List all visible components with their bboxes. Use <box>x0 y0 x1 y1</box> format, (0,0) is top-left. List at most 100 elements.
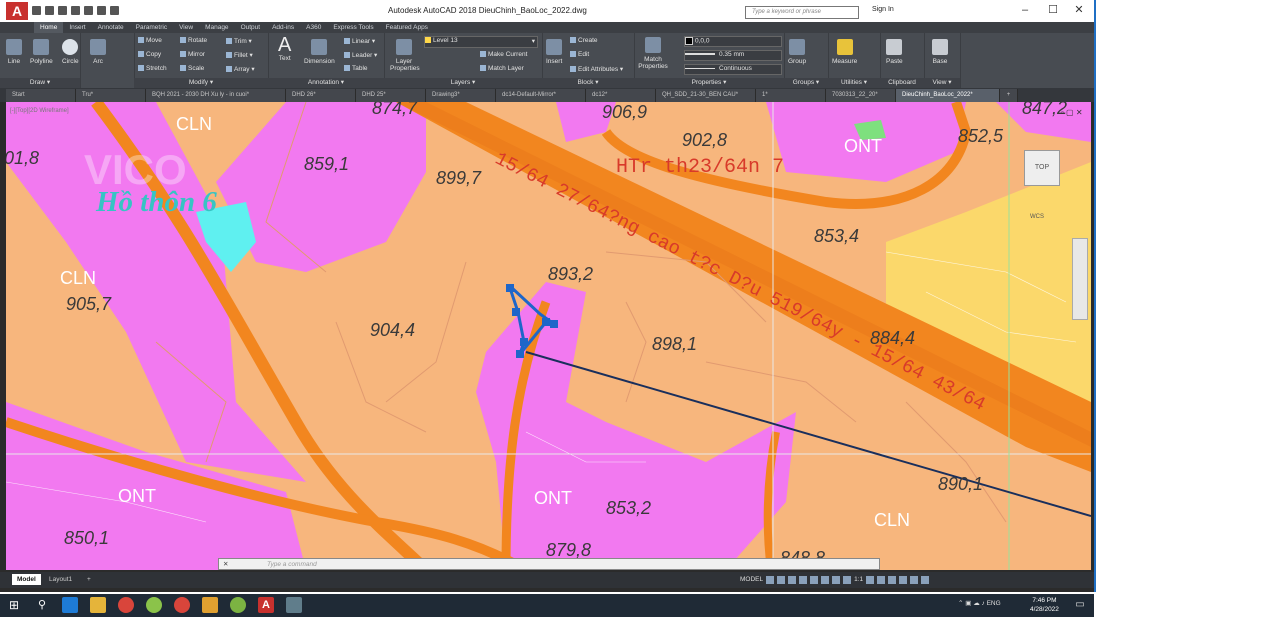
layers-panel-title[interactable]: Layers ▾ <box>384 78 542 88</box>
otrack-icon[interactable] <box>821 576 830 584</box>
app-icon[interactable] <box>202 597 218 613</box>
tab-featured-apps[interactable]: Featured Apps <box>380 22 434 33</box>
photos-icon[interactable] <box>286 597 302 613</box>
doc-tab[interactable]: 1* <box>756 89 826 102</box>
workspace-icon[interactable] <box>866 576 875 584</box>
lineweight-toggle-icon[interactable] <box>832 576 841 584</box>
table-button[interactable]: Table <box>344 65 368 72</box>
layer-properties-button[interactable]: Layer Properties <box>390 39 420 72</box>
doc-tab[interactable]: DHD 25* <box>356 89 426 102</box>
color-dropdown[interactable]: 0,0,0 <box>684 36 782 47</box>
properties-panel-title[interactable]: Properties ▾ <box>634 78 784 88</box>
annotation-monitor-icon[interactable] <box>877 576 886 584</box>
scale-button[interactable]: Scale <box>180 65 204 72</box>
fillet-button[interactable]: Fillet ▾ <box>226 51 253 59</box>
layer-dropdown[interactable]: Level 13 ▾ <box>424 36 538 48</box>
rotate-button[interactable]: Rotate <box>180 37 207 44</box>
doc-tab[interactable]: Tru* <box>76 89 146 102</box>
customization-icon[interactable] <box>921 576 930 584</box>
dimension-button[interactable]: Dimension <box>304 39 335 65</box>
sign-in-button[interactable]: Sign In <box>872 6 894 13</box>
array-button[interactable]: Array ▾ <box>226 65 255 73</box>
doc-tab[interactable]: QH_SDD_21-30_BEN CAU* <box>656 89 756 102</box>
search-input[interactable]: Type a keyword or phrase <box>745 6 859 19</box>
tab-view[interactable]: View <box>173 22 199 33</box>
doc-tab[interactable]: 7030313_22_20* <box>826 89 896 102</box>
measure-button[interactable]: Measure <box>832 39 857 65</box>
navigation-bar[interactable] <box>1072 238 1088 320</box>
trim-button[interactable]: Trim ▾ <box>226 37 252 45</box>
close-button[interactable]: ✕ <box>1066 3 1092 17</box>
tab-insert[interactable]: Insert <box>63 22 91 33</box>
app-icon[interactable] <box>230 597 246 613</box>
match-layer-button[interactable]: Match Layer <box>480 65 524 72</box>
copy-button[interactable]: Copy <box>138 51 161 58</box>
ortho-icon[interactable] <box>788 576 797 584</box>
windows-start-icon[interactable]: ⊞ <box>6 597 22 613</box>
doc-tab-start[interactable]: Start <box>6 89 76 102</box>
chrome-icon[interactable] <box>174 597 190 613</box>
group-button[interactable]: Group <box>788 39 806 65</box>
doc-tab[interactable]: dc12* <box>586 89 656 102</box>
viewport-window-controls[interactable]: ▫ ▢ ✕ <box>1061 108 1083 117</box>
tab-add-ins[interactable]: Add-ins <box>266 22 300 33</box>
tray-icons[interactable]: ⌃ ▣ ☁ ♪ <box>958 600 987 607</box>
create-block-button[interactable]: Create <box>570 37 598 44</box>
edge-icon[interactable] <box>62 597 78 613</box>
insert-button[interactable]: Insert <box>546 39 562 65</box>
doc-tab[interactable]: dc14-Default-Mirror* <box>496 89 586 102</box>
make-current-button[interactable]: Make Current <box>480 51 527 58</box>
drawing-canvas[interactable]: 15/64 27/64?ng cao t?c D?u 519/64y - 15/… <box>6 102 1091 570</box>
search-icon[interactable]: ⚲ <box>34 597 50 613</box>
text-button[interactable]: A Text <box>278 35 291 62</box>
tab-parametric[interactable]: Parametric <box>130 22 173 33</box>
doc-tab[interactable]: DHD 26* <box>286 89 356 102</box>
circle-button[interactable]: Circle <box>62 39 79 65</box>
polar-icon[interactable] <box>799 576 808 584</box>
add-layout-button[interactable]: + <box>82 574 96 585</box>
match-properties-button[interactable]: Match Properties <box>638 37 668 70</box>
language-indicator[interactable]: ENG <box>987 600 1001 607</box>
leader-button[interactable]: Leader ▾ <box>344 51 377 59</box>
file-explorer-icon[interactable] <box>90 597 106 613</box>
snap-icon[interactable] <box>777 576 786 584</box>
autocad-logo-icon[interactable]: A <box>6 2 28 20</box>
arc-button[interactable]: Arc <box>90 39 106 65</box>
view-panel-title[interactable]: View ▾ <box>924 78 960 88</box>
hardware-acceleration-icon[interactable] <box>899 576 908 584</box>
base-button[interactable]: Base <box>932 39 948 65</box>
modify-panel-title[interactable]: Modify ▾ <box>134 78 268 88</box>
tab-manage[interactable]: Manage <box>199 22 235 33</box>
annotation-panel-title[interactable]: Annotation ▾ <box>268 78 384 88</box>
tab-express-tools[interactable]: Express Tools <box>327 22 379 33</box>
lineweight-dropdown[interactable]: 0.35 mm <box>684 50 782 61</box>
open-icon[interactable] <box>45 6 54 15</box>
linear-button[interactable]: Linear ▾ <box>344 37 375 45</box>
grid-icon[interactable] <box>766 576 775 584</box>
doc-tab[interactable]: Drawing3* <box>426 89 496 102</box>
block-panel-title[interactable]: Block ▾ <box>542 78 634 88</box>
edit-attributes-button[interactable]: Edit Attributes ▾ <box>570 65 623 73</box>
notification-icon[interactable]: ▭ <box>1072 597 1088 613</box>
groups-panel-title[interactable]: Groups ▾ <box>784 78 828 88</box>
save-as-icon[interactable] <box>71 6 80 15</box>
model-space-button[interactable]: MODEL <box>740 574 763 585</box>
clean-screen-icon[interactable] <box>910 576 919 584</box>
chrome-icon[interactable] <box>118 597 134 613</box>
annotation-scale-icon[interactable] <box>843 576 852 584</box>
edit-block-button[interactable]: Edit <box>570 51 589 58</box>
model-layout-tab[interactable]: Model <box>12 574 41 585</box>
taskbar-clock[interactable]: 7:46 PM 4/28/2022 <box>1030 596 1059 614</box>
command-close-icon[interactable]: ✕ <box>223 559 228 571</box>
plot-icon[interactable] <box>84 6 93 15</box>
viewport-controls-label[interactable]: [-][Top][2D Wireframe] <box>10 108 69 114</box>
new-icon[interactable] <box>32 6 41 15</box>
layout1-tab[interactable]: Layout1 <box>44 574 77 585</box>
minimize-button[interactable]: – <box>1012 3 1038 17</box>
draw-panel-title[interactable]: Draw ▾ <box>0 78 80 88</box>
redo-icon[interactable] <box>110 6 119 15</box>
stretch-button[interactable]: Stretch <box>138 65 167 72</box>
command-line[interactable]: ✕ Type a command <box>218 558 880 570</box>
tab-output[interactable]: Output <box>235 22 267 33</box>
osnap-icon[interactable] <box>810 576 819 584</box>
